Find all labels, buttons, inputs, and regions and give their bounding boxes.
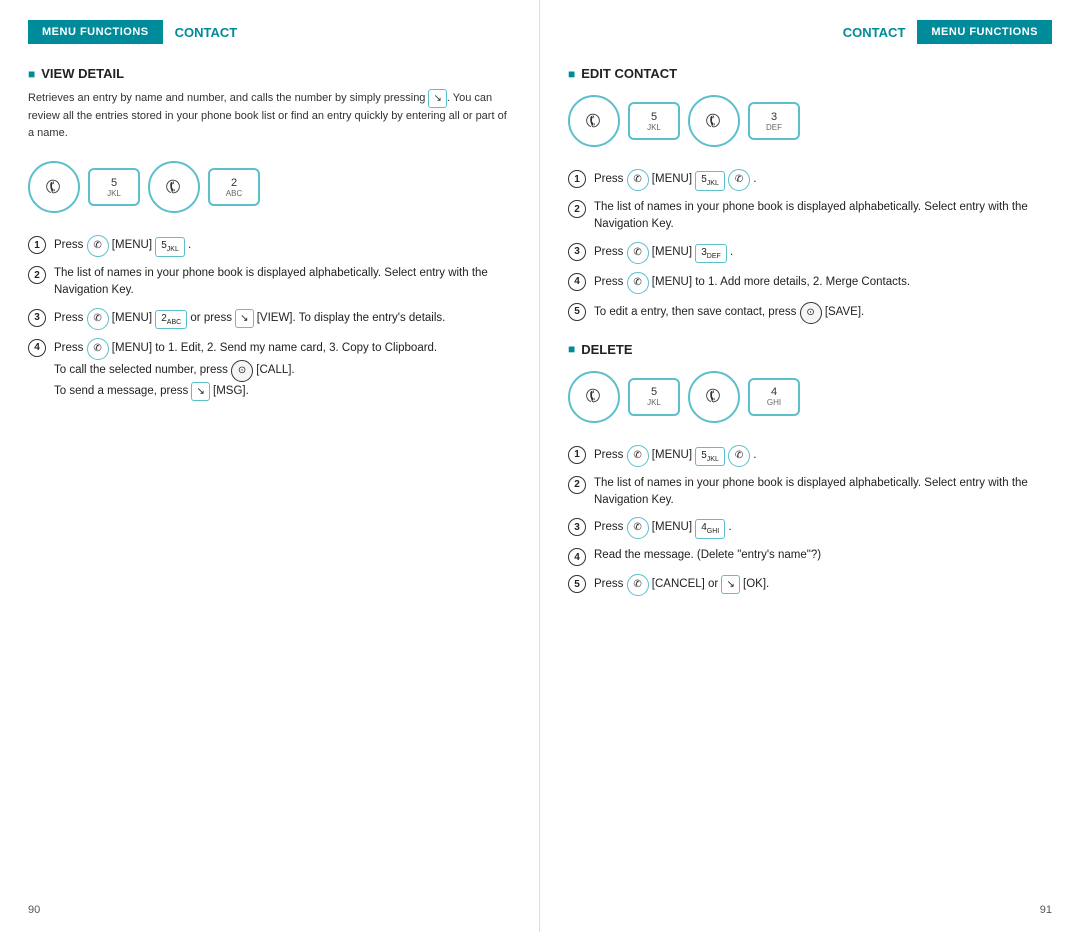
btn-4ghi-del: 4 GHI (748, 378, 800, 416)
phone-icon-del1: ✆ (582, 384, 606, 410)
delete-step-4: 4 Read the message. (Delete "entry's nam… (568, 547, 1052, 566)
delete-step-2: 2 The list of names in your phone book i… (568, 475, 1052, 510)
key-4ghi-del3: 4GHI (695, 519, 725, 539)
edit-contact-button-row: ✆ 5 JKL ✆ 3 DEF (568, 89, 1052, 153)
key-phone-s1: ✆ (87, 235, 109, 257)
key-5jkl-s1: 5JKL (155, 237, 185, 257)
left-page: MENU FUNCTIONS CONTACT VIEW DETAIL Retri… (0, 0, 540, 932)
btn-phone-del1: ✆ (568, 371, 620, 423)
view-detail-step-1: 1 Press ✆ [MENU] 5JKL . (28, 235, 511, 257)
edit-contact-title: EDIT CONTACT (568, 66, 1052, 81)
view-detail-section: VIEW DETAIL Retrieves an entry by name a… (28, 66, 511, 401)
btn-5jkl-del: 5 JKL (628, 378, 680, 416)
right-page: CONTACT MENU FUNCTIONS EDIT CONTACT ✆ 5 … (540, 0, 1080, 932)
edit-contact-step-4: 4 Press ✆ [MENU] to 1. Add more details,… (568, 272, 1052, 294)
delete-steps: 1 Press ✆ [MENU] 5JKL ✆ . 2 The list of … (568, 445, 1052, 597)
nav-key-desc: ↘ (428, 89, 446, 108)
view-detail-description: Retrieves an entry by name and number, a… (28, 89, 511, 141)
delete-title: DELETE (568, 342, 1052, 357)
key-5jkl-del1: 5JKL (695, 447, 725, 467)
key-phone-del3: ✆ (627, 517, 649, 539)
key-phone-ec1b: ✆ (728, 169, 750, 191)
phone-icon-ec1: ✆ (582, 108, 606, 134)
view-detail-steps: 1 Press ✆ [MENU] 5JKL . 2 The list of na… (28, 235, 511, 401)
phone-icon-ec2: ✆ (702, 108, 726, 134)
delete-step-3: 3 Press ✆ [MENU] 4GHI . (568, 517, 1052, 539)
edit-contact-step-5: 5 To edit a entry, then save contact, pr… (568, 302, 1052, 324)
key-arrow-s3: ↘ (235, 309, 253, 328)
btn-5jkl-ec: 5 JKL (628, 102, 680, 140)
key-phone-ec1: ✆ (627, 169, 649, 191)
left-header: MENU FUNCTIONS CONTACT (28, 20, 511, 44)
phone-icon-2: ✆ (162, 174, 186, 200)
left-menu-functions-badge: MENU FUNCTIONS (28, 20, 163, 44)
btn-phone-1: ✆ (28, 161, 80, 213)
btn-3def-ec: 3 DEF (748, 102, 800, 140)
phone-icon-1: ✆ (42, 174, 66, 200)
key-phone-ec3: ✆ (627, 242, 649, 264)
btn-phone-ec1: ✆ (568, 95, 620, 147)
btn-phone-del2: ✆ (688, 371, 740, 423)
btn-5jkl-1: 5 JKL (88, 168, 140, 206)
view-detail-step-4: 4 Press ✆ [MENU] to 1. Edit, 2. Send my … (28, 338, 511, 401)
left-page-num: 90 (28, 904, 40, 916)
key-phone-ec4: ✆ (627, 272, 649, 294)
phone-icon-del2: ✆ (702, 384, 726, 410)
key-phone-del1: ✆ (627, 445, 649, 467)
key-5jkl-ec1: 5JKL (695, 171, 725, 191)
edit-contact-step-1: 1 Press ✆ [MENU] 5JKL ✆ . (568, 169, 1052, 191)
key-arrow-del5: ↘ (721, 575, 739, 594)
btn-phone-ec2: ✆ (688, 95, 740, 147)
key-phone-s4: ✆ (87, 338, 109, 360)
edit-contact-section: EDIT CONTACT ✆ 5 JKL ✆ 3 DEF (568, 66, 1052, 324)
delete-step-5: 5 Press ✆ [CANCEL] or ↘ [OK]. (568, 574, 1052, 596)
btn-2abc-1: 2 ABC (208, 168, 260, 206)
right-menu-functions-badge: MENU FUNCTIONS (917, 20, 1052, 44)
key-phone-s3: ✆ (87, 308, 109, 330)
key-3def-ec3: 3DEF (695, 244, 727, 264)
edit-contact-steps: 1 Press ✆ [MENU] 5JKL ✆ . 2 The list of … (568, 169, 1052, 324)
right-header: CONTACT MENU FUNCTIONS (568, 20, 1052, 44)
left-contact-label: CONTACT (175, 25, 238, 40)
delete-step-1: 1 Press ✆ [MENU] 5JKL ✆ . (568, 445, 1052, 467)
right-page-num: 91 (1040, 904, 1052, 916)
key-arrow-s4: ↘ (191, 382, 209, 401)
edit-contact-step-3: 3 Press ✆ [MENU] 3DEF . (568, 242, 1052, 264)
key-phone-del1b: ✆ (728, 445, 750, 467)
key-nav-ec5: ⊙ (800, 302, 822, 324)
delete-button-row: ✆ 5 JKL ✆ 4 GHI (568, 365, 1052, 429)
delete-section: DELETE ✆ 5 JKL ✆ 4 GHI (568, 342, 1052, 597)
btn-phone-2: ✆ (148, 161, 200, 213)
view-detail-step-3: 3 Press ✆ [MENU] 2ABC or press ↘ [VIEW].… (28, 308, 511, 330)
key-2abc-s3: 2ABC (155, 310, 187, 330)
view-detail-step-2: 2 The list of names in your phone book i… (28, 265, 511, 300)
view-detail-title: VIEW DETAIL (28, 66, 511, 81)
right-contact-label: CONTACT (843, 25, 906, 40)
view-detail-button-row: ✆ 5 JKL ✆ 2 ABC (28, 155, 511, 219)
edit-contact-step-2: 2 The list of names in your phone book i… (568, 199, 1052, 234)
key-phone-del5: ✆ (627, 574, 649, 596)
key-nav-s4: ⊙ (231, 360, 253, 382)
